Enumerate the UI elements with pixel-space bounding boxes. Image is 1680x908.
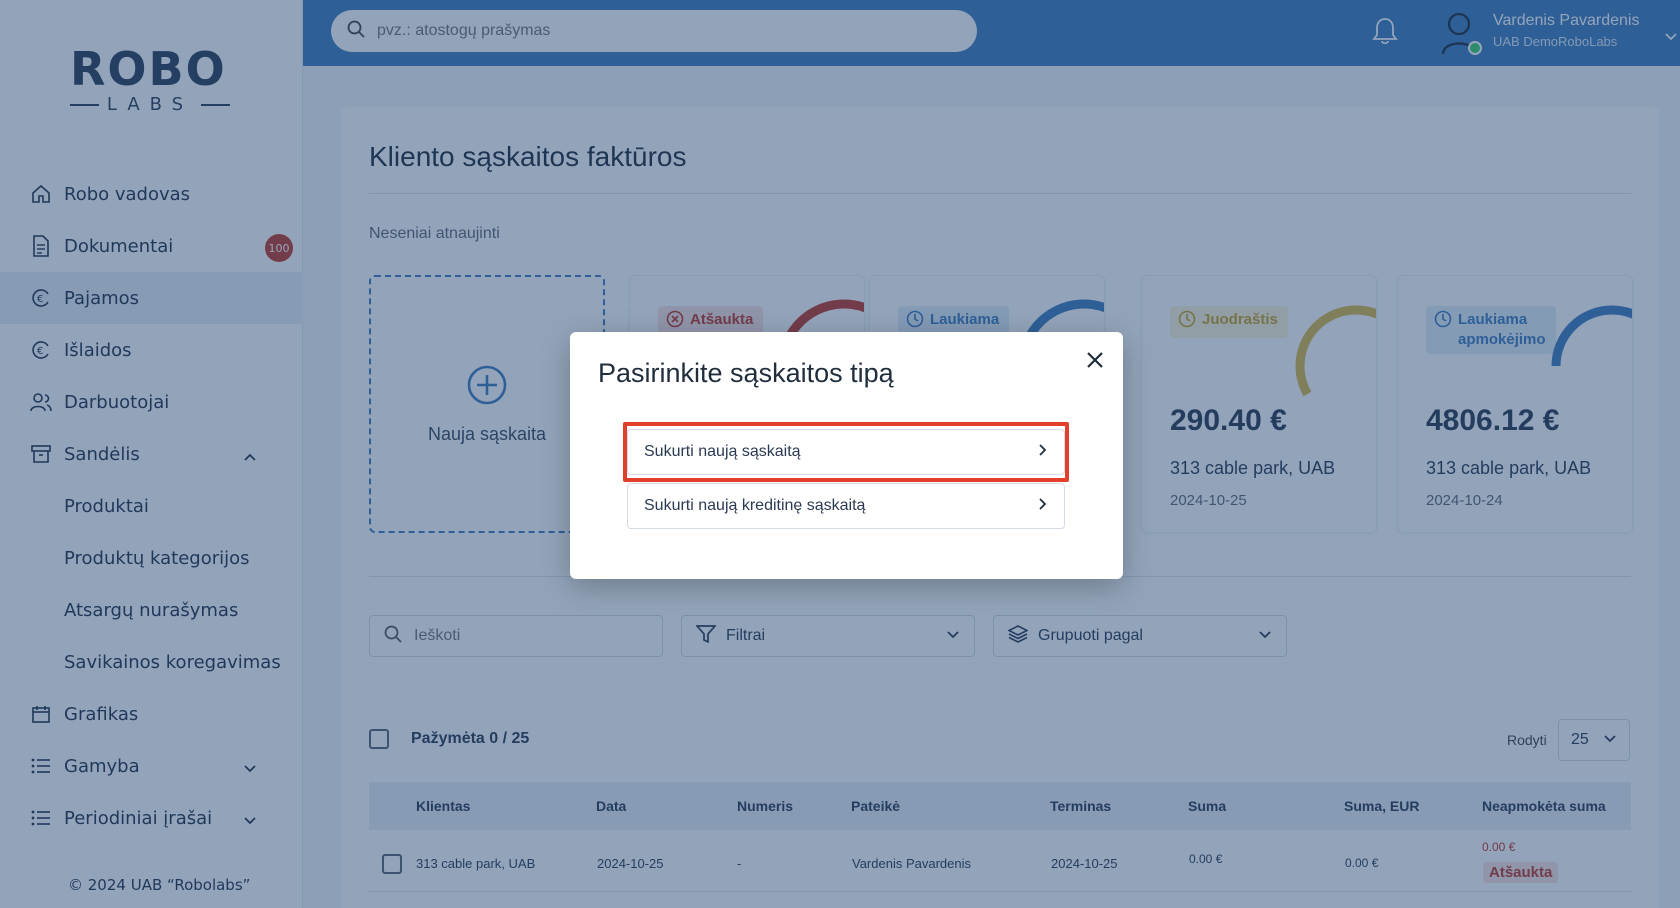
option-label: Sukurti naują sąskaitą	[644, 443, 801, 460]
close-icon	[1085, 350, 1105, 374]
modal-title: Pasirinkite sąskaitos tipą	[598, 358, 894, 388]
invoice-type-modal: Pasirinkite sąskaitos tipą Sukurti naują…	[570, 332, 1123, 579]
option-label: Sukurti naują kreditinę sąskaitą	[644, 497, 866, 514]
chevron-right-icon	[1038, 497, 1048, 516]
create-credit-invoice-option[interactable]: Sukurti naują kreditinę sąskaitą	[627, 483, 1065, 529]
create-new-invoice-option[interactable]: Sukurti naują sąskaitą	[627, 429, 1065, 475]
close-button[interactable]	[1081, 348, 1109, 376]
chevron-right-icon	[1038, 443, 1048, 462]
